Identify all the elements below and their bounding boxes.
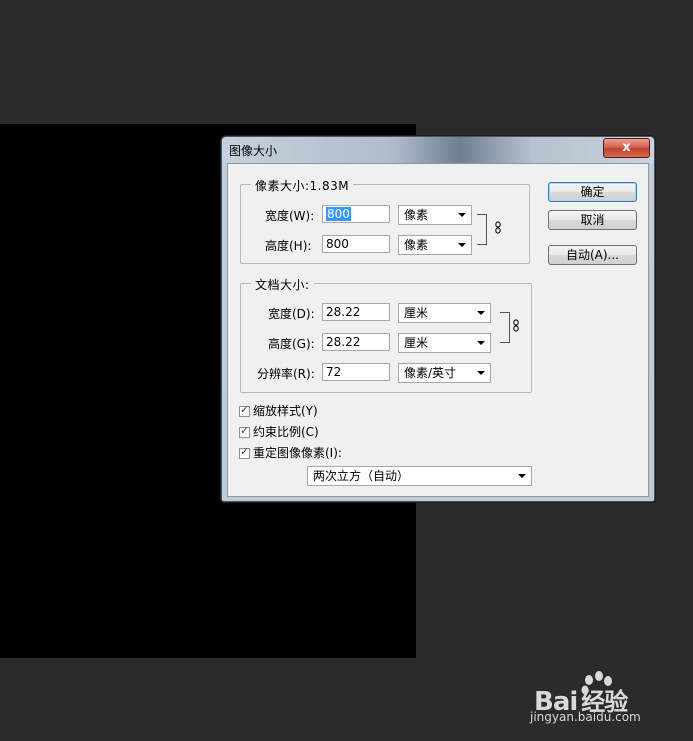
doc-width-unit: 厘米 <box>404 306 429 320</box>
watermark-url: jingyan.baidu.com <box>530 710 641 724</box>
dialog-client: 像素大小:1.83M 宽度(W): 800 像素 高度(H): 800 像素 文… <box>227 163 649 497</box>
dialog-titlebar[interactable]: 图像大小 x <box>222 137 654 163</box>
close-icon: x <box>622 140 631 155</box>
doc-height-value: 28.22 <box>326 335 361 349</box>
document-size-legend: 文档大小: <box>251 276 314 293</box>
resolution-unit: 像素/英寸 <box>404 366 457 380</box>
pixel-width-unit: 像素 <box>404 208 429 222</box>
chevron-down-icon <box>458 213 466 217</box>
chevron-down-icon <box>477 311 485 315</box>
chain-link-icon <box>513 319 519 332</box>
doc-width-input[interactable]: 28.22 <box>322 303 390 321</box>
chevron-down-icon <box>477 371 485 375</box>
pixel-height-label: 高度(H): <box>265 239 312 253</box>
pixel-height-input[interactable]: 800 <box>322 235 390 253</box>
close-button[interactable]: x <box>603 138 650 158</box>
resolution-input[interactable]: 72 <box>322 363 390 381</box>
dialog-title: 图像大小 <box>229 144 278 158</box>
resample-method-select[interactable]: 两次立方（自动） <box>307 466 532 486</box>
cancel-button[interactable]: 取消 <box>548 210 637 230</box>
pixel-width-value: 800 <box>326 207 351 221</box>
chevron-down-icon <box>518 474 526 478</box>
doc-height-input[interactable]: 28.22 <box>322 333 390 351</box>
doc-link-bracket <box>500 312 510 343</box>
doc-width-unit-select[interactable]: 厘米 <box>398 303 491 323</box>
pixel-link-bracket <box>477 214 487 245</box>
scale-styles-checkbox[interactable]: 缩放样式(Y) <box>239 402 318 419</box>
doc-height-label: 高度(G): <box>268 337 315 351</box>
pixel-width-label: 宽度(W): <box>265 209 315 223</box>
auto-button[interactable]: 自动(A)... <box>548 245 637 265</box>
resolution-value: 72 <box>326 365 342 379</box>
resolution-unit-select[interactable]: 像素/英寸 <box>398 363 491 383</box>
resample-label: 重定图像像素(I): <box>253 446 342 460</box>
pixel-width-input[interactable]: 800 <box>322 205 390 223</box>
pixel-width-unit-select[interactable]: 像素 <box>398 205 472 225</box>
resample-checkbox[interactable]: 重定图像像素(I): <box>239 444 342 461</box>
pixel-height-unit-select[interactable]: 像素 <box>398 235 472 255</box>
doc-height-unit-select[interactable]: 厘米 <box>398 333 491 353</box>
document-size-group: 文档大小: 宽度(D): 28.22 厘米 高度(G): 28.22 厘米 分辨… <box>240 276 532 393</box>
scale-styles-label: 缩放样式(Y) <box>253 404 318 418</box>
pixel-height-value: 800 <box>326 237 349 251</box>
chevron-down-icon <box>458 243 466 247</box>
resample-method: 两次立方（自动） <box>313 469 410 483</box>
doc-height-unit: 厘米 <box>404 336 429 350</box>
ok-button[interactable]: 确定 <box>548 182 637 202</box>
chevron-down-icon <box>477 341 485 345</box>
checkbox-checked-icon <box>239 424 250 438</box>
pixel-dimensions-group: 像素大小:1.83M 宽度(W): 800 像素 高度(H): 800 像素 <box>240 177 530 264</box>
resolution-label: 分辨率(R): <box>257 367 315 381</box>
baidu-jingyan-watermark: Bai 经验 jingyan.baidu.com <box>530 670 690 730</box>
constrain-proportions-label: 约束比例(C) <box>253 425 319 439</box>
constrain-proportions-checkbox[interactable]: 约束比例(C) <box>239 423 319 440</box>
doc-width-label: 宽度(D): <box>268 307 315 321</box>
checkbox-checked-icon <box>239 403 250 417</box>
chain-link-icon <box>495 221 501 234</box>
pixel-height-unit: 像素 <box>404 238 429 252</box>
checkbox-checked-icon <box>239 445 250 459</box>
doc-width-value: 28.22 <box>326 305 361 319</box>
pixel-dimensions-legend: 像素大小:1.83M <box>251 177 354 194</box>
image-size-dialog: 图像大小 x 像素大小:1.83M 宽度(W): 800 像素 高度(H): 8… <box>221 136 655 502</box>
